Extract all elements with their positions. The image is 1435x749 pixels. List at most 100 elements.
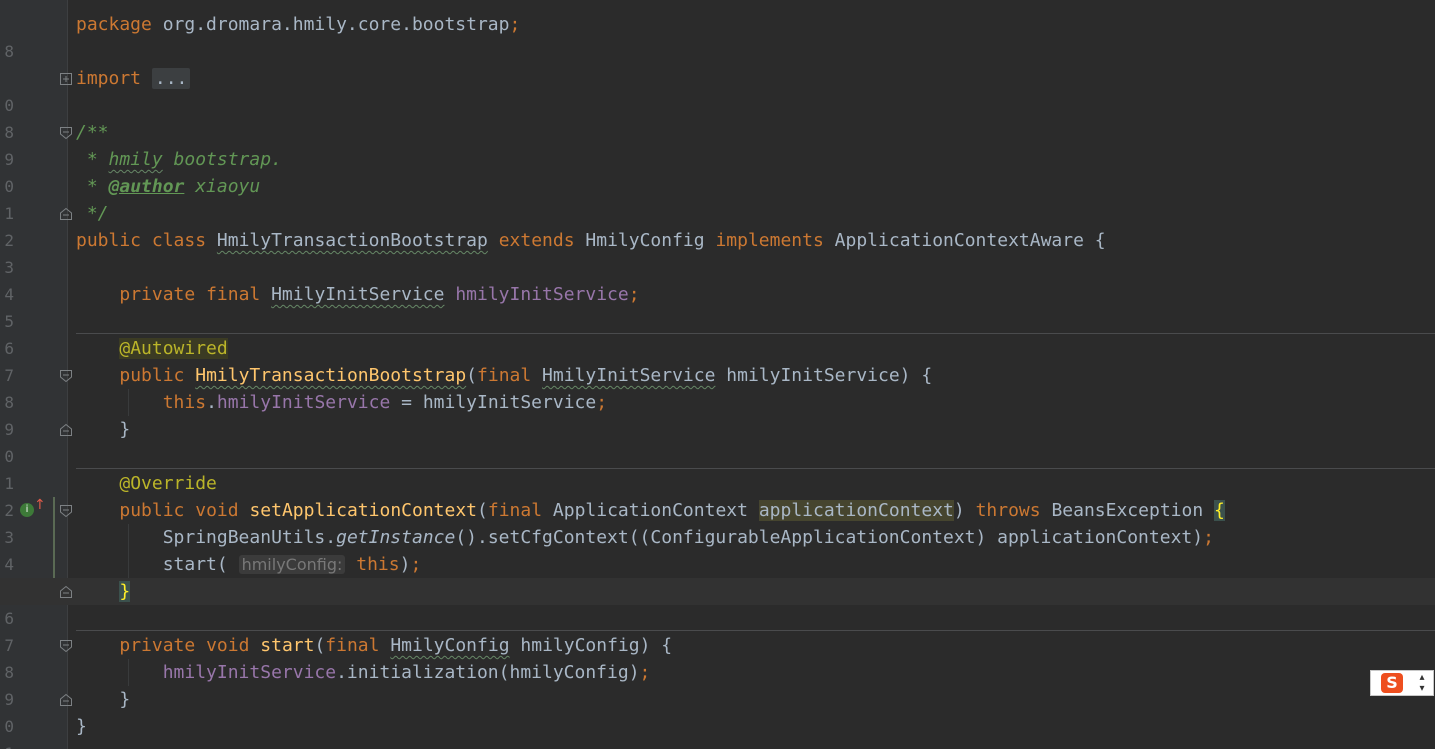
code-line[interactable]: 2 @Override [0, 470, 1435, 520]
caret-up-icon: ▴ [1419, 672, 1425, 683]
type-name: HmilyConfig [390, 635, 510, 656]
doc-comment: */ [76, 203, 109, 224]
code-line[interactable]: 9 this.hmilyInitService = hmilyInitServi… [0, 389, 1435, 439]
code-line[interactable]: 8 [0, 92, 1435, 142]
fold-collapse-icon[interactable] [59, 639, 73, 653]
code-line[interactable]: 3 public class HmilyTransactionBootstrap… [0, 227, 1435, 277]
keyword: this [356, 554, 400, 575]
brace: } [76, 716, 87, 737]
fold-end-icon[interactable] [59, 693, 73, 707]
class-ref: SpringBeanUtils [162, 527, 326, 548]
method-separator [76, 333, 1435, 334]
doc-author-name: xiaoyu [184, 176, 261, 197]
keyword: void [195, 500, 239, 521]
keyword: final [325, 635, 380, 656]
code-editor[interactable]: i ↑ 8 package org.dromara.hmily.core.boo… [0, 0, 1435, 749]
code-line[interactable]: 8 public HmilyTransactionBootstrap(final… [0, 362, 1435, 412]
doc-comment: /** [76, 122, 109, 143]
dot: . [325, 527, 337, 548]
caret-down-icon: ▾ [1419, 683, 1425, 694]
code-line[interactable]: 8 package org.dromara.hmily.core.bootstr… [0, 11, 1435, 61]
ime-toolbar[interactable]: S ▴ ▾ [1370, 670, 1434, 696]
folded-imports[interactable]: ... [151, 68, 191, 89]
exception-type: BeansException [1051, 500, 1204, 521]
fold-collapse-icon[interactable] [59, 504, 73, 518]
code-line[interactable]: 0 } [0, 416, 1435, 466]
super-class: HmilyConfig [585, 230, 705, 251]
keyword: private [119, 635, 196, 656]
line-number: 8 [4, 42, 14, 61]
param-name: applicationContext [758, 500, 954, 521]
line-number: 1 [0, 740, 14, 749]
code-line[interactable]: 1 } [0, 713, 1435, 749]
code-line[interactable]: 1 * @author xiaoyu [0, 173, 1435, 223]
brace: { [921, 365, 933, 386]
code-line[interactable]: 5 start( hmilyConfig: this); [0, 551, 1435, 601]
doc-author-tag: @author [108, 176, 185, 197]
type-name: HmilyInitService [271, 284, 445, 305]
type-name: HmilyInitService [542, 365, 716, 386]
brace: } [119, 419, 131, 440]
keyword: implements [715, 230, 824, 251]
fold-collapse-icon[interactable] [59, 369, 73, 383]
code-line[interactable]: 9 hmilyInitService.initialization(hmilyC… [0, 659, 1435, 709]
fold-expand-icon[interactable] [59, 72, 73, 86]
dot: . [206, 392, 217, 413]
annotation: @Autowired [119, 338, 228, 359]
doc-comment: * [76, 176, 109, 197]
field-name: hmilyInitService [216, 392, 391, 413]
method-chain: .initialization(hmilyConfig) [336, 662, 640, 683]
method-call: start [162, 554, 217, 575]
static-method-call: getInstance [336, 527, 456, 548]
type-name: ApplicationContext [552, 500, 748, 521]
fold-collapse-icon[interactable] [59, 126, 73, 140]
keyword: final [477, 365, 532, 386]
code-line[interactable]: 0 import ... [0, 65, 1435, 115]
code-line[interactable]: 8 private void start(final HmilyConfig h… [0, 632, 1435, 682]
code-line[interactable]: 5 private final HmilyInitService hmilyIn… [0, 281, 1435, 331]
keyword: throws [975, 500, 1041, 521]
brace-highlighted: } [119, 581, 131, 602]
ime-expand-toggle[interactable]: ▴ ▾ [1415, 672, 1429, 694]
keyword: this [162, 392, 207, 413]
code-line-current[interactable]: 6 } [0, 578, 1435, 628]
brace-highlighted: { [1214, 500, 1225, 521]
method-chain: ().setCfgContext((ConfigurableApplicatio… [455, 527, 1204, 548]
keyword: final [487, 500, 543, 521]
keyword: public [76, 230, 142, 251]
keyword: class [151, 230, 207, 251]
method-separator [76, 468, 1435, 469]
code-line[interactable]: 6 [0, 308, 1435, 358]
fold-end-icon[interactable] [59, 585, 73, 599]
code-line[interactable]: 2 */ [0, 200, 1435, 250]
code-line[interactable]: 3 public void setApplicationContext(fina… [0, 497, 1435, 547]
code-line[interactable]: 7 @Autowired [0, 335, 1435, 385]
code-line[interactable]: 4 SpringBeanUtils.getInstance().setCfgCo… [0, 524, 1435, 574]
field-name: hmilyInitService [162, 662, 337, 683]
doc-comment: * [76, 149, 109, 170]
fold-end-icon[interactable] [59, 207, 73, 221]
code-line[interactable]: 9 /** [0, 119, 1435, 169]
keyword: public [119, 500, 185, 521]
semicolon: ; [410, 554, 422, 575]
semicolon: ; [596, 392, 608, 413]
field-name: hmilyInitService [455, 284, 629, 305]
code-line[interactable]: 0 } [0, 686, 1435, 736]
fold-end-icon[interactable] [59, 423, 73, 437]
ime-logo-icon[interactable]: S [1381, 673, 1403, 693]
keyword: public [119, 365, 185, 386]
keyword: final [206, 284, 261, 305]
method-name: start [260, 635, 315, 656]
semicolon: ; [639, 662, 651, 683]
code-line[interactable]: 4 [0, 254, 1435, 304]
code-line[interactable]: 0 * hmily bootstrap. [0, 146, 1435, 196]
code-line[interactable]: 7 [0, 605, 1435, 655]
brace: { [661, 635, 673, 656]
method-separator [76, 630, 1435, 631]
code-line[interactable]: 1 [0, 443, 1435, 493]
parameter-hint: hmilyConfig: [238, 555, 346, 574]
keyword: private [119, 284, 196, 305]
assign-op: = [390, 392, 423, 413]
semicolon: ; [509, 14, 521, 35]
method-name: setApplicationContext [249, 500, 478, 521]
